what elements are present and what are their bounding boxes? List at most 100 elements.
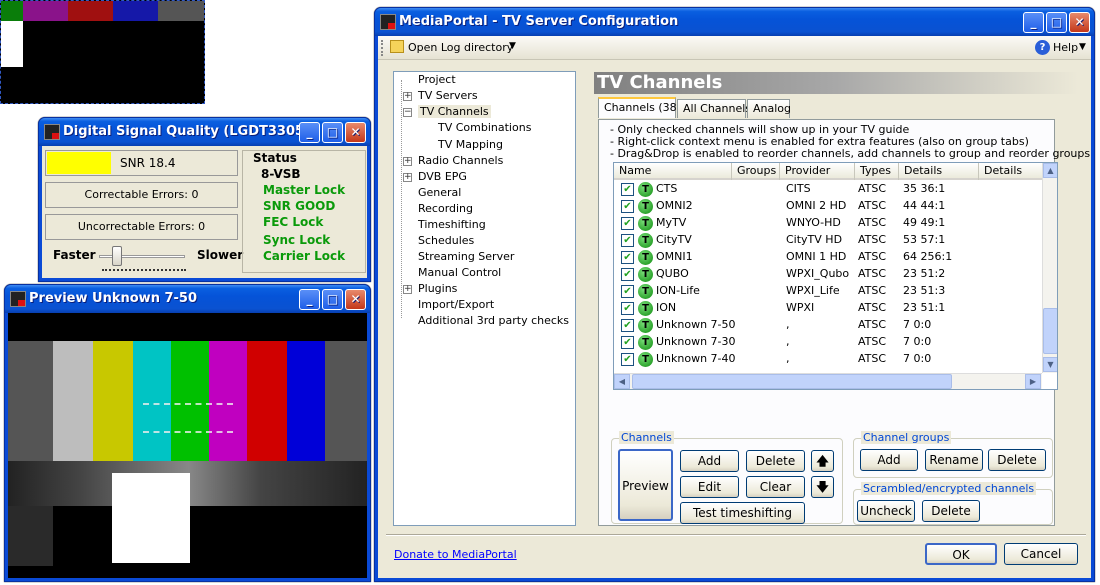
cancel-button[interactable]: Cancel [1004, 543, 1078, 565]
row-checkbox[interactable]: ✔ [621, 200, 634, 213]
tree-item-tv-channels[interactable]: TV Channels [418, 105, 491, 118]
close-button[interactable]: ✕ [1069, 12, 1090, 33]
tree-item-dvb-epg[interactable]: DVB EPG [418, 170, 467, 183]
delete-group-button[interactable]: Delete [988, 449, 1046, 471]
tree-item-project[interactable]: Project [418, 73, 456, 86]
maximize-button[interactable]: □ [322, 289, 343, 310]
preview-titlebar[interactable]: Preview Unknown 7-50 _ □ ✕ [5, 285, 370, 313]
tree-item-manual-control[interactable]: Manual Control [418, 266, 501, 279]
channel-name: OMNI1 [656, 250, 693, 263]
scroll-thumb[interactable] [1043, 308, 1057, 354]
table-row[interactable]: ✔ T CityTV CityTV HD ATSC 53 57:1 [614, 232, 1044, 249]
expand-icon[interactable]: + [403, 173, 412, 182]
delete-scrambled-button[interactable]: Delete [922, 500, 980, 522]
scroll-right-icon[interactable]: ▶ [1025, 374, 1041, 389]
table-row[interactable]: ✔ T ION WPXI ATSC 23 51:1 [614, 300, 1044, 317]
minimize-button[interactable]: _ [299, 122, 320, 143]
open-log-button[interactable]: Open Log directory [408, 41, 513, 54]
collapse-icon[interactable]: − [403, 108, 412, 117]
close-button[interactable]: ✕ [345, 122, 366, 143]
row-checkbox[interactable]: ✔ [621, 336, 634, 349]
row-checkbox[interactable]: ✔ [621, 234, 634, 247]
expand-icon[interactable]: + [403, 92, 412, 101]
column-header-types[interactable]: Types [855, 163, 899, 180]
row-checkbox[interactable]: ✔ [621, 319, 634, 332]
column-header-provider[interactable]: Provider [780, 163, 855, 180]
tab-all-channels[interactable]: All Channels [677, 99, 751, 118]
tree-item-schedules[interactable]: Schedules [418, 234, 474, 247]
tree-item-streaming-server[interactable]: Streaming Server [418, 250, 514, 263]
tv-channel-icon: T [638, 301, 653, 316]
tree-item-recording[interactable]: Recording [418, 202, 473, 215]
table-row[interactable]: ✔ T CTS CITS ATSC 35 36:1 [614, 181, 1044, 198]
tree-item-import-export[interactable]: Import/Export [418, 298, 494, 311]
preview-button[interactable]: Preview [618, 449, 673, 521]
expand-icon[interactable]: + [403, 157, 412, 166]
tree-item-radio-channels[interactable]: Radio Channels [418, 154, 503, 167]
help-button[interactable]: Help [1053, 41, 1078, 54]
tab-strip: Channels (38) All Channels Analog [598, 97, 1078, 120]
row-checkbox[interactable]: ✔ [621, 302, 634, 315]
uncheck-button[interactable]: Uncheck [857, 500, 915, 522]
row-checkbox[interactable]: ✔ [621, 353, 634, 366]
donate-link[interactable]: Donate to MediaPortal [394, 548, 517, 561]
table-row[interactable]: ✔ T MyTV WNYO-HD ATSC 49 49:1 [614, 215, 1044, 232]
table-row[interactable]: ✔ T Unknown 7-30, ATSC 7 0:0 [614, 334, 1044, 351]
minimize-button[interactable]: _ [1023, 12, 1044, 33]
row-checkbox[interactable]: ✔ [621, 183, 634, 196]
ok-button[interactable]: OK [925, 543, 997, 565]
vertical-scrollbar[interactable]: ▲ ▼ [1042, 163, 1057, 373]
row-checkbox[interactable]: ✔ [621, 251, 634, 264]
column-header-groups[interactable]: Groups [732, 163, 780, 180]
main-body: Open Log directory ▼ ? Help ▼ Project + … [378, 36, 1091, 578]
move-down-button[interactable]: 🡇 [811, 476, 834, 498]
main-titlebar[interactable]: MediaPortal - TV Server Configuration _ … [375, 8, 1094, 36]
scroll-up-icon[interactable]: ▲ [1043, 163, 1057, 178]
delete-channel-button[interactable]: Delete [746, 450, 805, 472]
scroll-left-icon[interactable]: ◀ [614, 374, 630, 389]
tree-item-timeshifting[interactable]: Timeshifting [418, 218, 486, 231]
chevron-down-icon[interactable]: ▼ [1079, 42, 1086, 52]
tree-item-tv-combinations[interactable]: TV Combinations [438, 121, 531, 134]
expand-icon[interactable]: + [403, 285, 412, 294]
tree-item-third-party-checks[interactable]: Additional 3rd party checks [418, 314, 569, 327]
toolbar-grip[interactable] [381, 40, 384, 56]
table-row[interactable]: ✔ T OMNI2 OMNI 2 HD ATSC 44 44:1 [614, 198, 1044, 215]
column-header-details[interactable]: Details [899, 163, 979, 180]
add-channel-button[interactable]: Add [680, 450, 739, 472]
tree-item-plugins[interactable]: Plugins [418, 282, 457, 295]
tree-item-tv-servers[interactable]: TV Servers [418, 89, 478, 102]
tab-analog[interactable]: Analog [747, 99, 791, 118]
horizontal-scrollbar[interactable]: ◀ ▶ [614, 373, 1042, 389]
add-group-button[interactable]: Add [860, 449, 918, 471]
dsq-titlebar[interactable]: Digital Signal Quality (LGDT3305) _ □ ✕ [39, 118, 370, 146]
table-row[interactable]: ✔ T Unknown 7-40, ATSC 7 0:0 [614, 351, 1044, 368]
maximize-button[interactable]: □ [322, 122, 343, 143]
row-checkbox[interactable]: ✔ [621, 217, 634, 230]
speed-slider-thumb[interactable] [112, 246, 122, 266]
close-button[interactable]: ✕ [345, 289, 366, 310]
table-row[interactable]: ✔ T Unknown 7-50, ATSC 7 0:0 [614, 317, 1044, 334]
channel-details: 64 256:1 [903, 250, 953, 263]
clear-button[interactable]: Clear [746, 476, 805, 498]
scroll-down-icon[interactable]: ▼ [1043, 357, 1057, 372]
move-up-button[interactable]: 🡅 [811, 450, 834, 472]
table-row[interactable]: ✔ T ION-Life WPXI_Life ATSC 23 51:3 [614, 283, 1044, 300]
column-header-details-2[interactable]: Details [979, 163, 1044, 180]
tree-item-tv-mapping[interactable]: TV Mapping [438, 138, 503, 151]
table-row[interactable]: ✔ T OMNI1 OMNI 1 HD ATSC 64 256:1 [614, 249, 1044, 266]
table-row[interactable]: ✔ T QUBO WPXI_Qubo ATSC 23 51:2 [614, 266, 1044, 283]
minimize-button[interactable]: _ [299, 289, 320, 310]
scroll-h-thumb[interactable] [632, 374, 952, 389]
chevron-down-icon[interactable]: ▼ [509, 41, 516, 51]
rename-group-button[interactable]: Rename [925, 449, 983, 471]
tab-channels[interactable]: Channels (38) [598, 97, 681, 118]
maximize-button[interactable]: □ [1046, 12, 1067, 33]
tree-item-general[interactable]: General [418, 186, 461, 199]
row-checkbox[interactable]: ✔ [621, 268, 634, 281]
preview-title: Preview Unknown 7-50 [29, 291, 198, 306]
test-timeshifting-button[interactable]: Test timeshifting [680, 502, 805, 524]
column-header-name[interactable]: Name [614, 163, 732, 180]
edit-channel-button[interactable]: Edit [680, 476, 739, 498]
row-checkbox[interactable]: ✔ [621, 285, 634, 298]
